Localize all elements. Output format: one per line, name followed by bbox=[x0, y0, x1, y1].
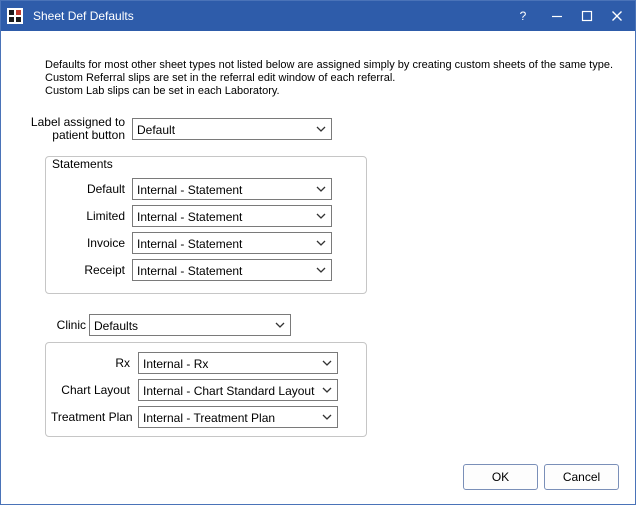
clinic-value: Defaults bbox=[94, 319, 139, 333]
statement-limited-dropdown[interactable]: Internal - Statement bbox=[132, 205, 332, 227]
statement-invoice-label: Invoice bbox=[86, 236, 125, 250]
chevron-down-icon bbox=[322, 414, 332, 420]
statements-group-title: Statements bbox=[50, 157, 115, 171]
statement-limited-label: Limited bbox=[86, 209, 125, 223]
label-assigned-line2: patient button bbox=[52, 128, 125, 142]
clinic-dropdown[interactable]: Defaults bbox=[89, 314, 291, 336]
window-title: Sheet Def Defaults bbox=[33, 9, 134, 23]
chevron-down-icon bbox=[322, 387, 332, 393]
help-button[interactable]: ? bbox=[508, 1, 538, 31]
chart-layout-label: Chart Layout bbox=[61, 383, 130, 397]
maximize-button[interactable] bbox=[572, 1, 602, 31]
label-assigned-label: Label assigned to patient button bbox=[21, 116, 125, 142]
minimize-icon bbox=[552, 15, 562, 18]
chevron-down-icon bbox=[275, 322, 285, 328]
statement-receipt-value: Internal - Statement bbox=[137, 264, 243, 278]
clinic-label: Clinic bbox=[56, 318, 86, 332]
statement-receipt-label: Receipt bbox=[84, 263, 125, 277]
close-button[interactable] bbox=[602, 1, 632, 31]
label-assigned-dropdown[interactable]: Default bbox=[132, 118, 332, 140]
app-grid-icon bbox=[7, 8, 23, 24]
statement-default-dropdown[interactable]: Internal - Statement bbox=[132, 178, 332, 200]
info-line-3: Custom Lab slips can be set in each Labo… bbox=[45, 85, 280, 97]
label-assigned-value: Default bbox=[137, 123, 176, 137]
minimize-button[interactable] bbox=[542, 1, 572, 31]
treatment-plan-value: Internal - Treatment Plan bbox=[143, 411, 276, 425]
maximize-icon bbox=[581, 10, 593, 22]
treatment-plan-label: Treatment Plan bbox=[51, 410, 133, 424]
ok-button[interactable]: OK bbox=[463, 464, 538, 490]
chevron-down-icon bbox=[316, 213, 326, 219]
chart-layout-value: Internal - Chart Standard Layout bbox=[143, 384, 315, 398]
cancel-button[interactable]: Cancel bbox=[544, 464, 619, 490]
help-label: ? bbox=[519, 9, 527, 23]
chevron-down-icon bbox=[316, 240, 326, 246]
chevron-down-icon bbox=[316, 126, 326, 132]
statement-limited-value: Internal - Statement bbox=[137, 210, 243, 224]
info-line-2: Custom Referral slips are set in the ref… bbox=[45, 72, 396, 84]
statement-invoice-dropdown[interactable]: Internal - Statement bbox=[132, 232, 332, 254]
dialog-window: Sheet Def Defaults ? Defaults for most o… bbox=[0, 0, 636, 505]
chevron-down-icon bbox=[316, 267, 326, 273]
statement-receipt-dropdown[interactable]: Internal - Statement bbox=[132, 259, 332, 281]
rx-label: Rx bbox=[115, 356, 130, 370]
statement-invoice-value: Internal - Statement bbox=[137, 237, 243, 251]
chevron-down-icon bbox=[322, 360, 332, 366]
rx-dropdown[interactable]: Internal - Rx bbox=[138, 352, 338, 374]
statement-default-label: Default bbox=[86, 182, 125, 196]
chevron-down-icon bbox=[316, 186, 326, 192]
chart-layout-dropdown[interactable]: Internal - Chart Standard Layout bbox=[138, 379, 338, 401]
statement-default-value: Internal - Statement bbox=[137, 183, 243, 197]
rx-value: Internal - Rx bbox=[143, 357, 209, 371]
info-line-1: Defaults for most other sheet types not … bbox=[45, 59, 614, 71]
close-icon bbox=[612, 11, 622, 21]
treatment-plan-dropdown[interactable]: Internal - Treatment Plan bbox=[138, 406, 338, 428]
title-bar[interactable]: Sheet Def Defaults ? bbox=[1, 1, 635, 31]
